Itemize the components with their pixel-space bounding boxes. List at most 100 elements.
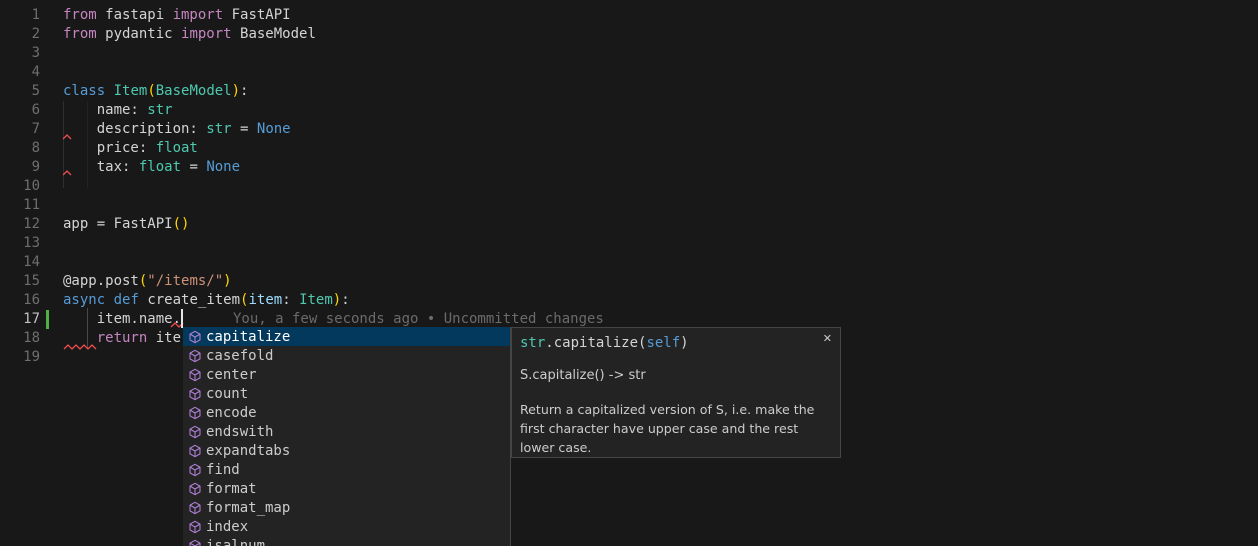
code-text: item.name.: [40, 310, 181, 329]
line-number[interactable]: 1: [0, 6, 40, 25]
suggestion-item-casefold[interactable]: casefold: [183, 346, 510, 365]
code-line[interactable]: 12 app = FastAPI(): [0, 215, 1258, 234]
code-token: ): [232, 83, 240, 99]
code-line[interactable]: 15@app.post("/items/"): [0, 272, 1258, 291]
code-token: BaseModel: [232, 26, 316, 42]
code-line[interactable]: 11: [0, 196, 1258, 215]
suggest-details-panel: str.capitalize(self) ✕ S.capitalize() ->…: [511, 327, 841, 458]
suggestion-item-capitalize[interactable]: capitalize: [183, 327, 510, 346]
line-number[interactable]: 4: [0, 63, 40, 82]
line-number[interactable]: 6: [0, 101, 40, 120]
code-text: [40, 348, 63, 367]
code-token: str: [147, 102, 172, 118]
code-text: [40, 253, 63, 272]
method-cube-icon: [187, 519, 203, 535]
line-number[interactable]: 17: [0, 310, 40, 329]
code-token: "/items/": [147, 273, 223, 289]
doc-description: Return a capitalized version of S, i.e. …: [520, 400, 828, 457]
code-token: name:: [63, 102, 147, 118]
line-number[interactable]: 14: [0, 253, 40, 272]
method-cube-icon: [187, 538, 203, 546]
code-line[interactable]: 16async def create_item(item: Item):: [0, 291, 1258, 310]
code-line[interactable]: 9 tax: float = None: [0, 158, 1258, 177]
active-indent-guide: [87, 308, 88, 348]
code-token: class: [63, 83, 105, 99]
suggestion-item-format_map[interactable]: format_map: [183, 498, 510, 517]
code-token: ): [333, 292, 341, 308]
suggestion-label: count: [206, 386, 248, 402]
code-line[interactable]: 14: [0, 253, 1258, 272]
suggest-widget[interactable]: capitalizecasefoldcenter count encodeendsw…: [183, 327, 511, 546]
code-line[interactable]: 7 description: str = None: [0, 120, 1258, 139]
code-token: =: [232, 121, 257, 137]
line-number[interactable]: 16: [0, 291, 40, 310]
suggestion-item-format[interactable]: format: [183, 479, 510, 498]
method-cube-icon: [187, 329, 203, 345]
code-line[interactable]: 6 name: str: [0, 101, 1258, 120]
line-number[interactable]: 19: [0, 348, 40, 367]
line-number[interactable]: 5: [0, 82, 40, 101]
code-token: Item: [299, 292, 333, 308]
method-cube-icon: [187, 424, 203, 440]
code-token: pydantic: [97, 26, 181, 42]
suggestion-label: format: [206, 481, 257, 497]
suggestion-label: capitalize: [206, 329, 290, 345]
line-number[interactable]: 12: [0, 215, 40, 234]
method-cube-icon: [187, 348, 203, 364]
code-token: BaseModel: [156, 83, 232, 99]
line-number[interactable]: 13: [0, 234, 40, 253]
code-line[interactable]: 4: [0, 63, 1258, 82]
method-cube-icon: [187, 367, 203, 383]
line-number[interactable]: 15: [0, 272, 40, 291]
code-text: class Item(BaseModel):: [40, 82, 248, 101]
code-token: float: [156, 140, 198, 156]
code-token: app = FastAPI: [63, 216, 173, 232]
line-number[interactable]: 3: [0, 44, 40, 63]
code-line[interactable]: 5class Item(BaseModel):: [0, 82, 1258, 101]
suggestion-label: format_map: [206, 500, 290, 516]
method-cube-icon: [187, 462, 203, 478]
code-token: :: [240, 83, 248, 99]
code-token: return: [97, 330, 148, 346]
method-signature: str.capitalize(self): [520, 334, 832, 353]
code-text: @app.post("/items/"): [40, 272, 232, 291]
code-text: [40, 63, 63, 82]
code-token: =: [181, 159, 206, 175]
signature-token: ): [680, 335, 688, 351]
line-number[interactable]: 2: [0, 25, 40, 44]
suggestion-label: encode: [206, 405, 257, 421]
code-token: import: [173, 7, 224, 23]
code-line[interactable]: 3: [0, 44, 1258, 63]
suggestion-label: find: [206, 462, 240, 478]
code-editor[interactable]: 1 from fastapi import FastAPI 2from pydant…: [0, 0, 1258, 546]
suggestion-item-encode[interactable]: encode: [183, 403, 510, 422]
code-token: fastapi: [97, 7, 173, 23]
code-line[interactable]: 13: [0, 234, 1258, 253]
code-line[interactable]: 10: [0, 177, 1258, 196]
code-token: item: [248, 292, 282, 308]
line-number[interactable]: 10: [0, 177, 40, 196]
suggestion-item-center[interactable]: center: [183, 365, 510, 384]
suggestion-item-expandtabs[interactable]: expandtabs: [183, 441, 510, 460]
code-token: ite: [147, 330, 181, 346]
code-token: @app.post: [63, 273, 139, 289]
code-line[interactable]: 2from pydantic import BaseModel: [0, 25, 1258, 44]
suggestion-item-isalnum[interactable]: isalnum: [183, 536, 510, 546]
code-line[interactable]: 8 price: float: [0, 139, 1258, 158]
code-token: FastAPI: [223, 7, 290, 23]
close-icon[interactable]: ✕: [823, 333, 832, 345]
line-number[interactable]: 8: [0, 139, 40, 158]
code-token: (): [173, 216, 190, 232]
code-token: from: [63, 7, 97, 23]
line-number[interactable]: 7: [0, 120, 40, 139]
code-token: str: [206, 121, 231, 137]
suggestion-item-endswith[interactable]: endswith: [183, 422, 510, 441]
line-number[interactable]: 18: [0, 329, 40, 348]
suggestion-label: expandtabs: [206, 443, 290, 459]
code-line[interactable]: 1 from fastapi import FastAPI: [0, 6, 1258, 25]
suggestion-item-find[interactable]: find: [183, 460, 510, 479]
suggestion-item-index[interactable]: index: [183, 517, 510, 536]
line-number[interactable]: 11: [0, 196, 40, 215]
suggestion-item-count[interactable]: count: [183, 384, 510, 403]
line-number[interactable]: 9: [0, 158, 40, 177]
